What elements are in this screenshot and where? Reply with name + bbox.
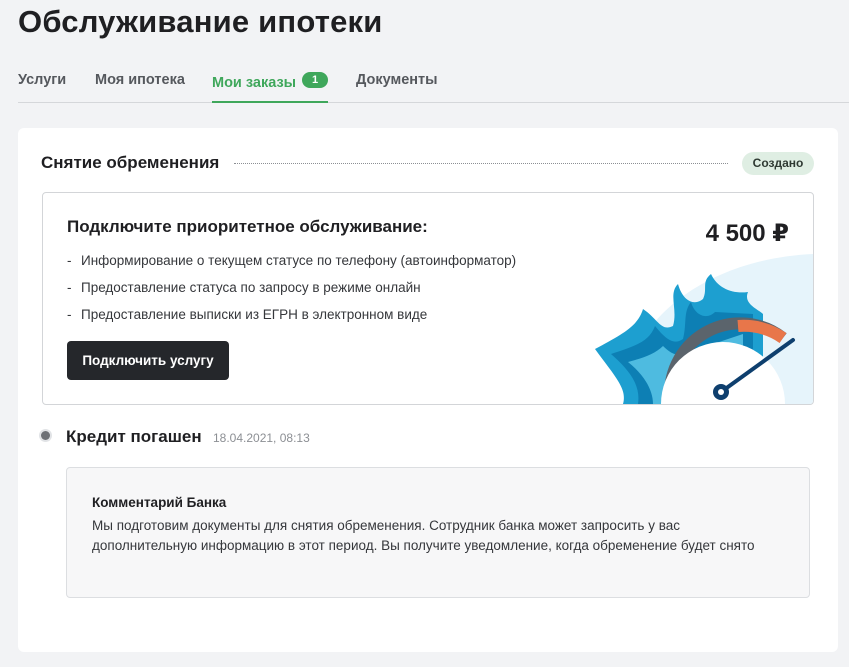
event-date: 18.04.2021, 08:13 <box>213 431 310 445</box>
promo-feature-item: - Информирование о текущем статусе по тел… <box>67 253 517 268</box>
tab-services-label: Услуги <box>18 72 67 88</box>
priority-service-promo: Подключите приоритетное обслуживание: 4 … <box>42 192 814 405</box>
tab-services[interactable]: Услуги <box>18 62 66 103</box>
bank-comment: Комментарий Банка Мы подготовим документ… <box>66 467 810 598</box>
promo-feature-list: - Информирование о текущем статусе по тел… <box>67 252 516 333</box>
order-title: Снятие обременения <box>41 153 220 172</box>
promo-title: Подключите приоритетное обслуживание: <box>67 217 428 236</box>
tab-my-orders-label: Мои заказы <box>212 75 297 91</box>
promo-feature-text: Предоставление выписки из ЕГРН в электро… <box>81 307 428 322</box>
tab-documents[interactable]: Документы <box>356 62 438 103</box>
comment-text: Мы подготовим документы для снятия обрем… <box>92 518 755 553</box>
promo-price: 4 500 ₽ <box>705 220 789 247</box>
promo-feature-text: Информирование о текущем статусе по теле… <box>81 253 517 268</box>
comment-title: Комментарий Банка <box>92 495 227 510</box>
promo-feature-item: - Предоставление выписки из ЕГРН в электр… <box>67 307 428 322</box>
connect-service-button[interactable]: Подключить услугу <box>67 341 229 380</box>
tab-bar: Услуги Моя ипотека Мои заказы 1 Документы <box>18 62 849 103</box>
timeline-dot <box>41 431 50 440</box>
tab-my-mortgage-label: Моя ипотека <box>95 72 185 88</box>
dotted-divider <box>234 163 728 164</box>
status-badge: Создано <box>742 152 814 175</box>
promo-feature-text: Предоставление статуса по запросу в режи… <box>81 280 421 295</box>
order-header: Снятие обременения Создано <box>41 152 814 176</box>
orders-count-badge: 1 <box>302 72 329 88</box>
speedometer-icon <box>595 254 813 404</box>
order-card: Снятие обременения Создано Подключите пр… <box>18 128 838 652</box>
tab-documents-label: Документы <box>356 72 438 88</box>
tab-my-mortgage[interactable]: Моя ипотека <box>95 62 185 103</box>
promo-feature-item: - Предоставление статуса по запросу в реж… <box>67 280 421 295</box>
event-title: Кредит погашен <box>66 427 202 446</box>
tab-my-orders[interactable]: Мои заказы 1 <box>212 62 329 103</box>
page-title: Обслуживание ипотеки <box>18 4 383 39</box>
timeline-event: Кредит погашен 18.04.2021, 08:13 <box>41 427 814 449</box>
